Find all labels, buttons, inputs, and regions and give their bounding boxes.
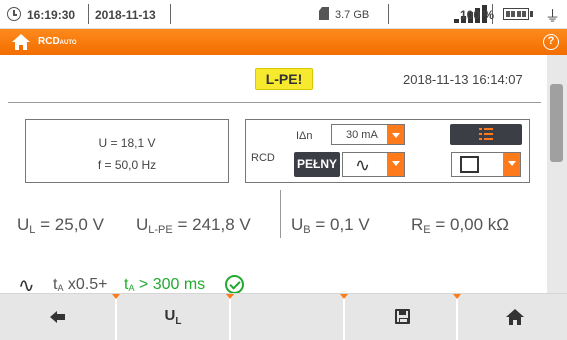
home-button[interactable] (458, 294, 567, 340)
scrollbar[interactable] (547, 55, 567, 293)
status-divider (388, 4, 389, 24)
back-button[interactable] (0, 294, 115, 340)
ul-setting-button[interactable]: UL (117, 294, 229, 340)
results-divider (280, 190, 281, 238)
clock-icon (7, 7, 21, 21)
lpe-warning-badge: L-PE! (255, 68, 313, 90)
ul-result: UL = 25,0 V (17, 215, 104, 236)
square-icon (460, 156, 479, 173)
chevron-down-icon[interactable] (503, 153, 520, 176)
status-divider (170, 4, 171, 24)
ulpe-result: UL-PE = 241,8 V (136, 215, 251, 236)
voltage-frequency-box: U = 18,1 V f = 50,0 Hz (25, 119, 229, 183)
screen-title: RCDAUTO (38, 36, 77, 47)
sine-wave-icon: ∿ (18, 275, 35, 293)
list-menu-button[interactable] (450, 124, 522, 145)
ub-result: UB = 0,1 V (291, 215, 370, 236)
check-ok-icon (225, 275, 244, 293)
ul-key-label: UL (164, 307, 182, 327)
function-key-bar: UL (0, 293, 567, 340)
re-result: RE = 0,00 kΩ (411, 215, 510, 236)
chevron-down-icon[interactable] (387, 153, 404, 176)
waveform-select[interactable]: ∿ (342, 152, 405, 177)
status-divider (88, 4, 89, 24)
title-bar: RCDAUTO ? (0, 29, 567, 55)
battery-icon (503, 8, 533, 20)
home-icon (506, 309, 524, 325)
sine-wave-icon: ∿ (355, 155, 371, 175)
save-button[interactable] (345, 294, 456, 340)
battery-percent: 100 % (460, 8, 495, 22)
scrollbar-thumb[interactable] (550, 84, 563, 162)
arrow-left-icon (50, 311, 66, 323)
measurement-datetime: 2018-11-13 16:14:07 (403, 72, 523, 87)
help-icon[interactable]: ? (543, 34, 559, 50)
voltage-readout: U = 18,1 V (98, 136, 156, 150)
list-icon (479, 128, 493, 140)
idn-label: IΔn (296, 130, 313, 142)
rcd-settings-box: RCD IΔn 30 mA PEŁNY ∿ (245, 119, 530, 183)
chevron-down-icon[interactable] (387, 125, 404, 144)
rcd-label: RCD (251, 152, 275, 164)
trip-time-result: tA > 300 ms (124, 276, 206, 293)
rcd-shape-select[interactable] (451, 152, 521, 177)
idn-current-value: 30 mA (346, 129, 378, 141)
divider (8, 102, 541, 103)
sd-card-icon (319, 7, 329, 20)
rcd-type-button[interactable]: PEŁNY (294, 152, 340, 177)
empty-key[interactable] (231, 294, 343, 340)
power-plug-icon: ⏚ (545, 8, 561, 25)
measurement-panel: L-PE! 2018-11-13 16:14:07 U = 18,1 V f =… (0, 55, 547, 293)
idn-current-select[interactable]: 30 mA (331, 124, 405, 145)
storage-free: 3.7 GB (335, 9, 370, 21)
status-time: 16:19:30 (27, 8, 76, 22)
home-icon[interactable] (12, 34, 30, 50)
frequency-readout: f = 50,0 Hz (97, 158, 157, 172)
status-date: 2018-11-13 (95, 8, 156, 22)
save-icon (395, 309, 410, 324)
test-multiplier: tA x0.5+ (53, 276, 108, 293)
